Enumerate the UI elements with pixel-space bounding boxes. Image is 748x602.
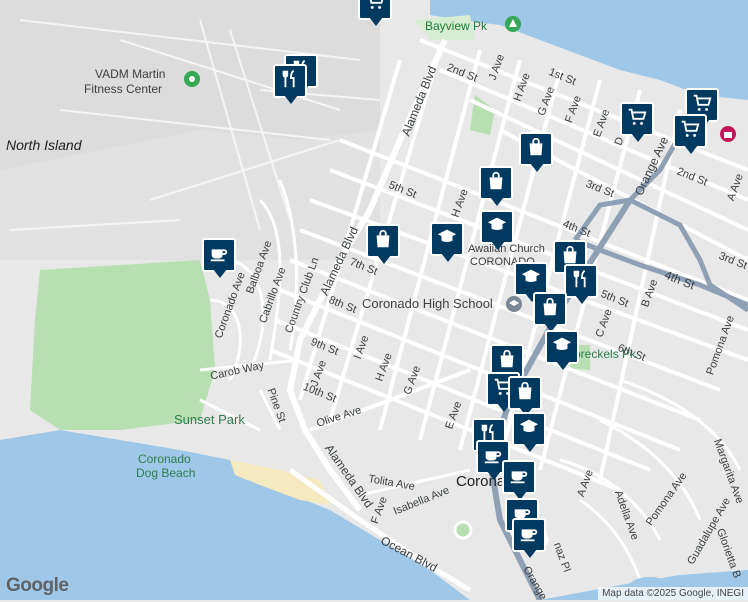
shopping-cart-marker[interactable] <box>673 114 709 156</box>
school-icon <box>520 266 542 293</box>
restaurant-icon <box>570 268 592 295</box>
shopping-bag-icon <box>525 136 547 163</box>
school-icon <box>551 334 573 361</box>
school-icon <box>518 416 540 443</box>
shopping-bag-icon <box>372 228 394 255</box>
shopping-cart-icon <box>679 118 701 145</box>
cafe-marker[interactable] <box>202 238 238 280</box>
shopping-bag-marker[interactable] <box>519 132 555 174</box>
shopping-bag-marker[interactable] <box>479 166 515 208</box>
school-icon <box>436 226 458 253</box>
shopping-cart-marker[interactable] <box>358 0 394 28</box>
restaurant-marker[interactable] <box>564 264 600 306</box>
cafe-marker[interactable] <box>502 460 538 502</box>
shopping-bag-marker[interactable] <box>533 292 569 334</box>
cafe-marker[interactable] <box>512 518 548 560</box>
cafe-icon <box>518 522 540 549</box>
north-island-label: North Island <box>6 137 82 153</box>
bayview-pk-label: Bayview Pk <box>425 19 488 33</box>
camera-marker-icon[interactable] <box>720 126 736 142</box>
school-icon <box>486 214 508 241</box>
google-logo: Google <box>6 575 69 596</box>
shopping-cart-marker[interactable] <box>620 102 656 144</box>
school-marker[interactable] <box>512 412 548 454</box>
map-canvas[interactable]: North Island VADM Martin Fitness Center … <box>0 0 748 602</box>
school-marker[interactable] <box>545 330 581 372</box>
restaurant-icon <box>279 68 301 95</box>
cafe-icon <box>482 444 504 471</box>
park-marker-icon[interactable] <box>505 16 521 32</box>
school-marker[interactable] <box>480 210 516 252</box>
shopping-cart-icon <box>364 0 386 17</box>
vadm-martin-label-2: Fitness Center <box>84 82 163 96</box>
shopping-cart-icon <box>626 106 648 133</box>
shopping-bag-icon <box>514 380 536 407</box>
shopping-bag-icon <box>539 296 561 323</box>
shopping-bag-marker[interactable] <box>366 224 402 266</box>
sunset-park-label: Sunset Park <box>174 412 245 427</box>
school-marker[interactable] <box>430 222 466 264</box>
shopping-bag-icon <box>496 348 518 375</box>
cafe-icon <box>208 242 230 269</box>
coronado-high-school-label: Coronado High School <box>362 296 493 311</box>
dog-beach-label-2: Dog Beach <box>136 466 196 480</box>
map-data-credit[interactable]: Map data ©2025 Google, INEGI <box>598 587 748 600</box>
shopping-bag-icon <box>485 170 507 197</box>
cafe-icon <box>508 464 530 491</box>
fitness-marker-icon[interactable] <box>184 71 200 87</box>
restaurant-marker[interactable] <box>273 64 309 106</box>
dog-beach-label: Coronado <box>138 452 191 466</box>
vadm-martin-label: VADM Martin <box>95 67 166 81</box>
